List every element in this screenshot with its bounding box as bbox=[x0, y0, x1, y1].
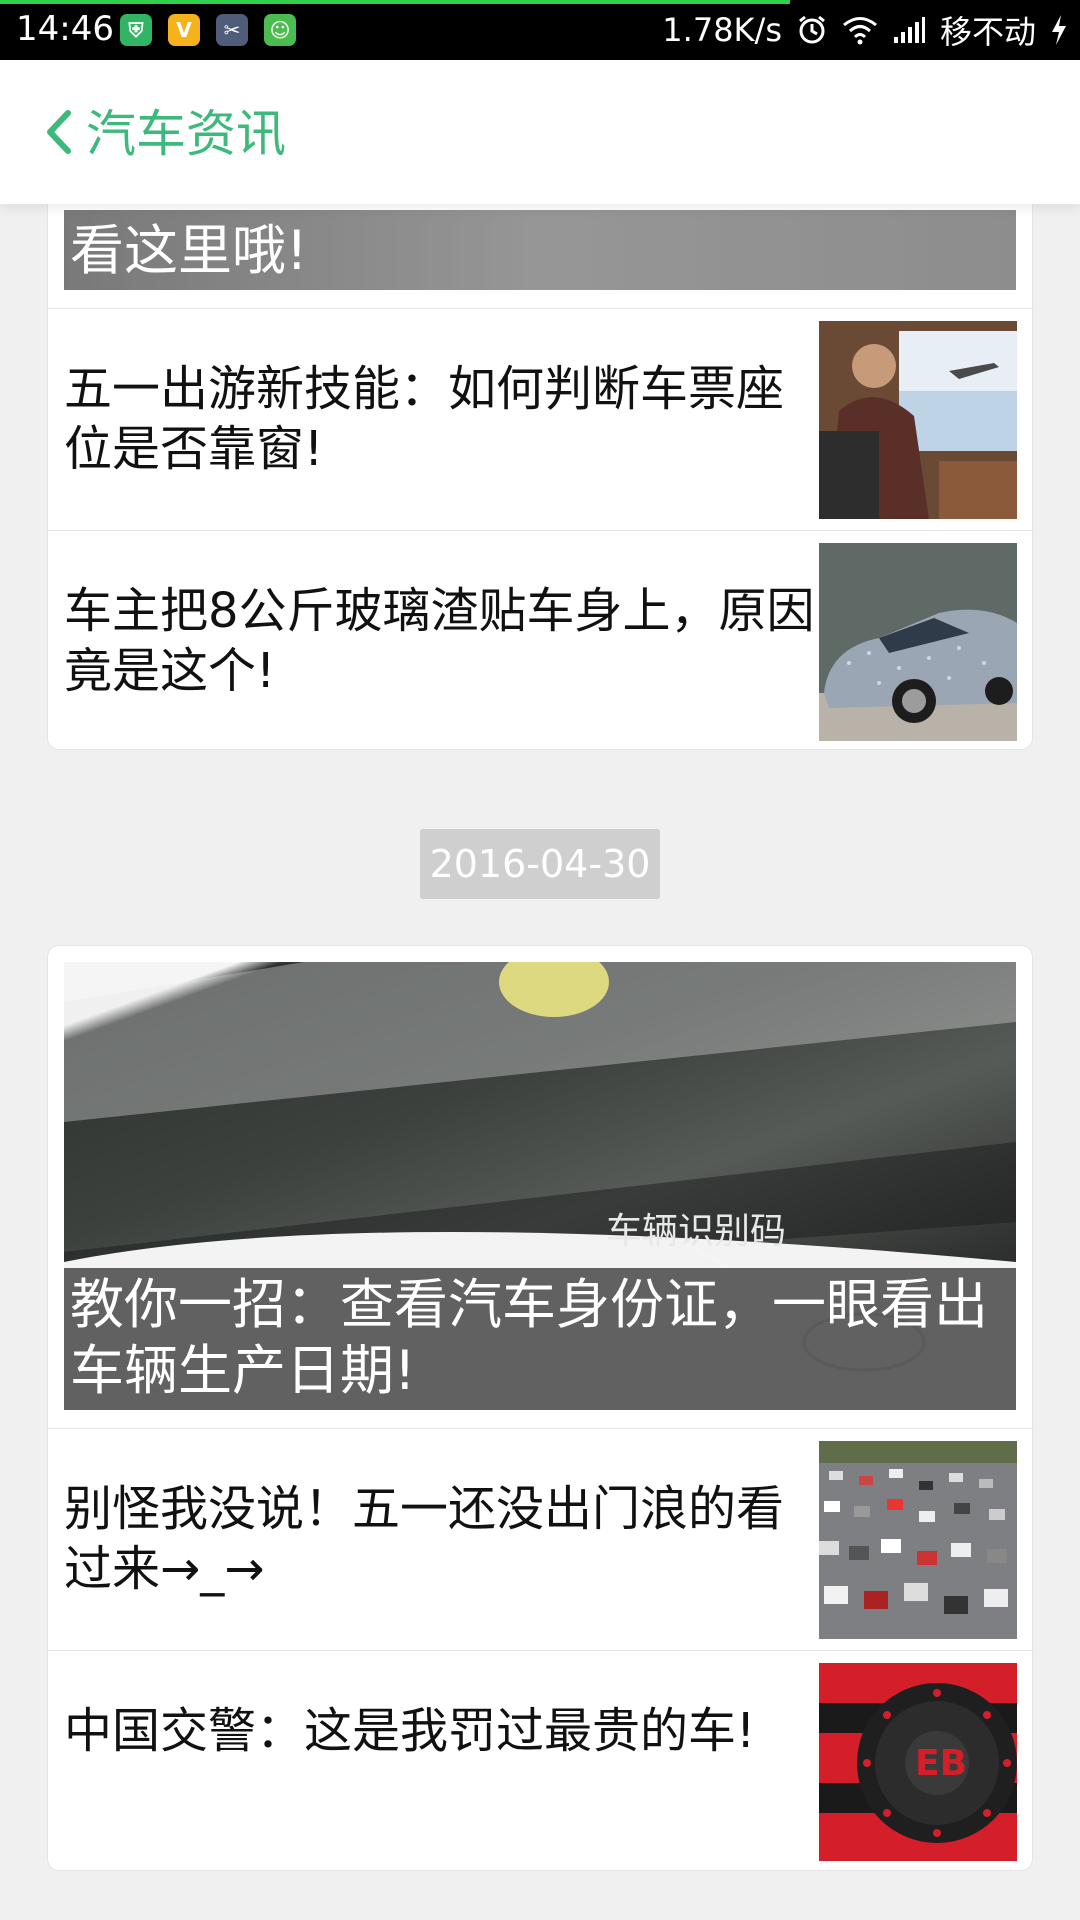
cover-title: 教你一招：查看汽车身份证，一眼看出车辆生产日期! bbox=[64, 1268, 1016, 1410]
article-thumbnail bbox=[819, 1441, 1017, 1639]
back-chevron-icon[interactable] bbox=[40, 107, 80, 157]
android-app-icon: ☺ bbox=[264, 14, 296, 46]
article-thumbnail: EB bbox=[819, 1663, 1017, 1861]
cover-watermark: 车辆识别码 bbox=[605, 1211, 786, 1252]
article-title: 中国交警：这是我罚过最贵的车! bbox=[64, 1703, 756, 1759]
article-item[interactable]: 五一出游新技能：如何判断车票座位是否靠窗! bbox=[48, 308, 1034, 530]
article-thumbnail bbox=[819, 543, 1017, 741]
status-time: 14:46 bbox=[16, 9, 114, 49]
article-group-card: 车辆识别码 教你一招：查看汽车身份证，一眼看出车辆生产日期! 别怪我没说！五一还… bbox=[47, 945, 1034, 1872]
page-load-progress bbox=[0, 0, 790, 4]
v-app-icon: V bbox=[168, 14, 200, 46]
article-title: 车主把8公斤玻璃渣贴车身上，原因竟是这个! bbox=[64, 583, 815, 699]
date-separator: 2016-04-30 bbox=[420, 829, 660, 899]
article-item[interactable]: 中国交警：这是我罚过最贵的车! EB bbox=[48, 1650, 1034, 1872]
scissors-app-icon: ✂ bbox=[216, 14, 248, 46]
network-speed: 1.78K/s bbox=[662, 11, 782, 49]
svg-text:EB: EB bbox=[915, 1743, 967, 1784]
shield-icon: ⛨ bbox=[120, 14, 152, 46]
article-thumbnail bbox=[819, 321, 1017, 519]
article-group-card: 看这里哦! 五一出游新技能：如何判断车票座位是否靠窗! 车主把8公斤玻璃渣贴车身… bbox=[47, 200, 1034, 752]
app-header: 汽车资讯 bbox=[0, 60, 1080, 204]
article-item[interactable]: 车主把8公斤玻璃渣贴车身上，原因竟是这个! bbox=[48, 530, 1034, 752]
carrier-name: 移不动 bbox=[939, 13, 1036, 51]
article-title: 五一出游新技能：如何判断车票座位是否靠窗! bbox=[64, 361, 785, 477]
article-item[interactable]: 别怪我没说！五一还没出门浪的看过来→_→ bbox=[48, 1428, 1034, 1650]
article-title: 别怪我没说！五一还没出门浪的看过来→_→ bbox=[64, 1481, 785, 1597]
alarm-icon bbox=[799, 15, 825, 44]
status-right: 1.78K/s 移不动 bbox=[662, 8, 1068, 52]
cover-article[interactable]: 看这里哦! bbox=[64, 210, 1016, 290]
charging-icon bbox=[1052, 15, 1066, 45]
wifi-icon bbox=[843, 17, 877, 45]
signal-icon bbox=[893, 17, 925, 43]
page-title[interactable]: 汽车资讯 bbox=[86, 104, 286, 164]
status-bar: 14:46 ⛨ V ✂ ☺ 1.78K/s 移不动 bbox=[0, 0, 1080, 60]
cover-article[interactable]: 车辆识别码 教你一招：查看汽车身份证，一眼看出车辆生产日期! bbox=[64, 962, 1016, 1410]
cover-title: 看这里哦! bbox=[64, 210, 1016, 290]
